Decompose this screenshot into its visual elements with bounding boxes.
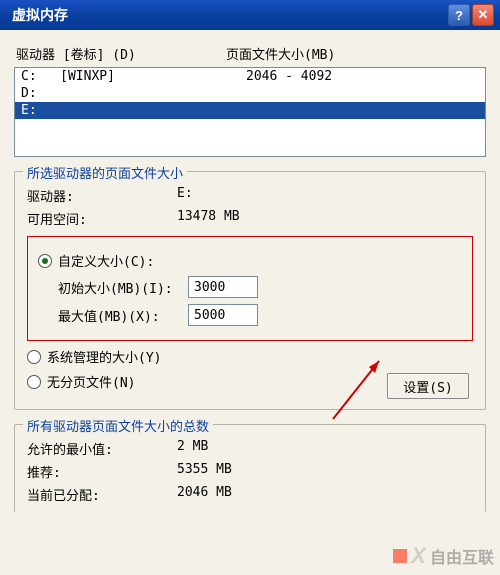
- totals-group: 所有驱动器页面文件大小的总数 允许的最小值: 2 MB 推荐: 5355 MB …: [14, 424, 486, 512]
- drive-value: E:: [177, 186, 193, 205]
- rec-value: 5355 MB: [177, 462, 232, 481]
- watermark-x-icon: X: [411, 543, 426, 569]
- cur-value: 2046 MB: [177, 485, 232, 504]
- max-size-row: 最大值(MB)(X):: [58, 304, 462, 326]
- drive-row[interactable]: C: [WINXP] 2046 - 4092: [15, 68, 485, 85]
- radio-label: 无分页文件(N): [47, 372, 135, 391]
- initial-size-input[interactable]: [188, 276, 258, 298]
- rec-label: 推荐:: [27, 462, 177, 481]
- cur-row: 当前已分配: 2046 MB: [27, 485, 473, 504]
- selected-drive-group: 所选驱动器的页面文件大小 驱动器: E: 可用空间: 13478 MB 自定义大…: [14, 171, 486, 410]
- dialog-content: 驱动器 [卷标] (D) 页面文件大小(MB) C: [WINXP] 2046 …: [0, 30, 500, 575]
- drive-list-header: 驱动器 [卷标] (D) 页面文件大小(MB): [16, 44, 484, 63]
- rec-row: 推荐: 5355 MB: [27, 462, 473, 481]
- space-value: 13478 MB: [177, 209, 240, 228]
- header-drive: 驱动器 [卷标] (D): [16, 44, 226, 63]
- group-legend: 所选驱动器的页面文件大小: [23, 163, 187, 182]
- close-button[interactable]: ✕: [472, 4, 494, 26]
- drive-row[interactable]: D:: [15, 85, 485, 102]
- radio-label: 系统管理的大小(Y): [47, 347, 161, 366]
- space-row-kv: 可用空间: 13478 MB: [27, 209, 473, 228]
- initial-size-row: 初始大小(MB)(I):: [58, 276, 462, 298]
- radio-custom-size[interactable]: 自定义大小(C):: [38, 251, 462, 270]
- space-label: 可用空间:: [27, 209, 177, 228]
- max-size-label: 最大值(MB)(X):: [58, 306, 188, 325]
- help-button[interactable]: ?: [448, 4, 470, 26]
- initial-size-label: 初始大小(MB)(I):: [58, 278, 188, 297]
- set-button[interactable]: 设置(S): [387, 373, 469, 399]
- radio-system-managed[interactable]: 系统管理的大小(Y): [27, 347, 473, 366]
- cur-label: 当前已分配:: [27, 485, 177, 504]
- min-value: 2 MB: [177, 439, 208, 458]
- max-size-input[interactable]: [188, 304, 258, 326]
- watermark: X 自由互联: [393, 543, 494, 569]
- radio-icon: [27, 350, 41, 364]
- radio-icon: [27, 375, 41, 389]
- min-row: 允许的最小值: 2 MB: [27, 439, 473, 458]
- radio-icon: [38, 254, 52, 268]
- help-icon: ?: [455, 8, 463, 23]
- radio-label: 自定义大小(C):: [58, 251, 154, 270]
- drive-list[interactable]: C: [WINXP] 2046 - 4092 D: E:: [14, 67, 486, 157]
- watermark-square-icon: [393, 549, 407, 563]
- drive-row-kv: 驱动器: E:: [27, 186, 473, 205]
- watermark-text: 自由互联: [430, 544, 494, 568]
- close-icon: ✕: [478, 7, 489, 23]
- titlebar: 虚拟内存 ? ✕: [0, 0, 500, 30]
- drive-row[interactable]: E:: [15, 102, 485, 119]
- min-label: 允许的最小值:: [27, 439, 177, 458]
- group-legend: 所有驱动器页面文件大小的总数: [23, 416, 213, 435]
- drive-label: 驱动器:: [27, 186, 177, 205]
- header-pagefile: 页面文件大小(MB): [226, 44, 335, 63]
- window-title: 虚拟内存: [12, 5, 446, 25]
- custom-size-highlight: 自定义大小(C): 初始大小(MB)(I): 最大值(MB)(X):: [27, 236, 473, 341]
